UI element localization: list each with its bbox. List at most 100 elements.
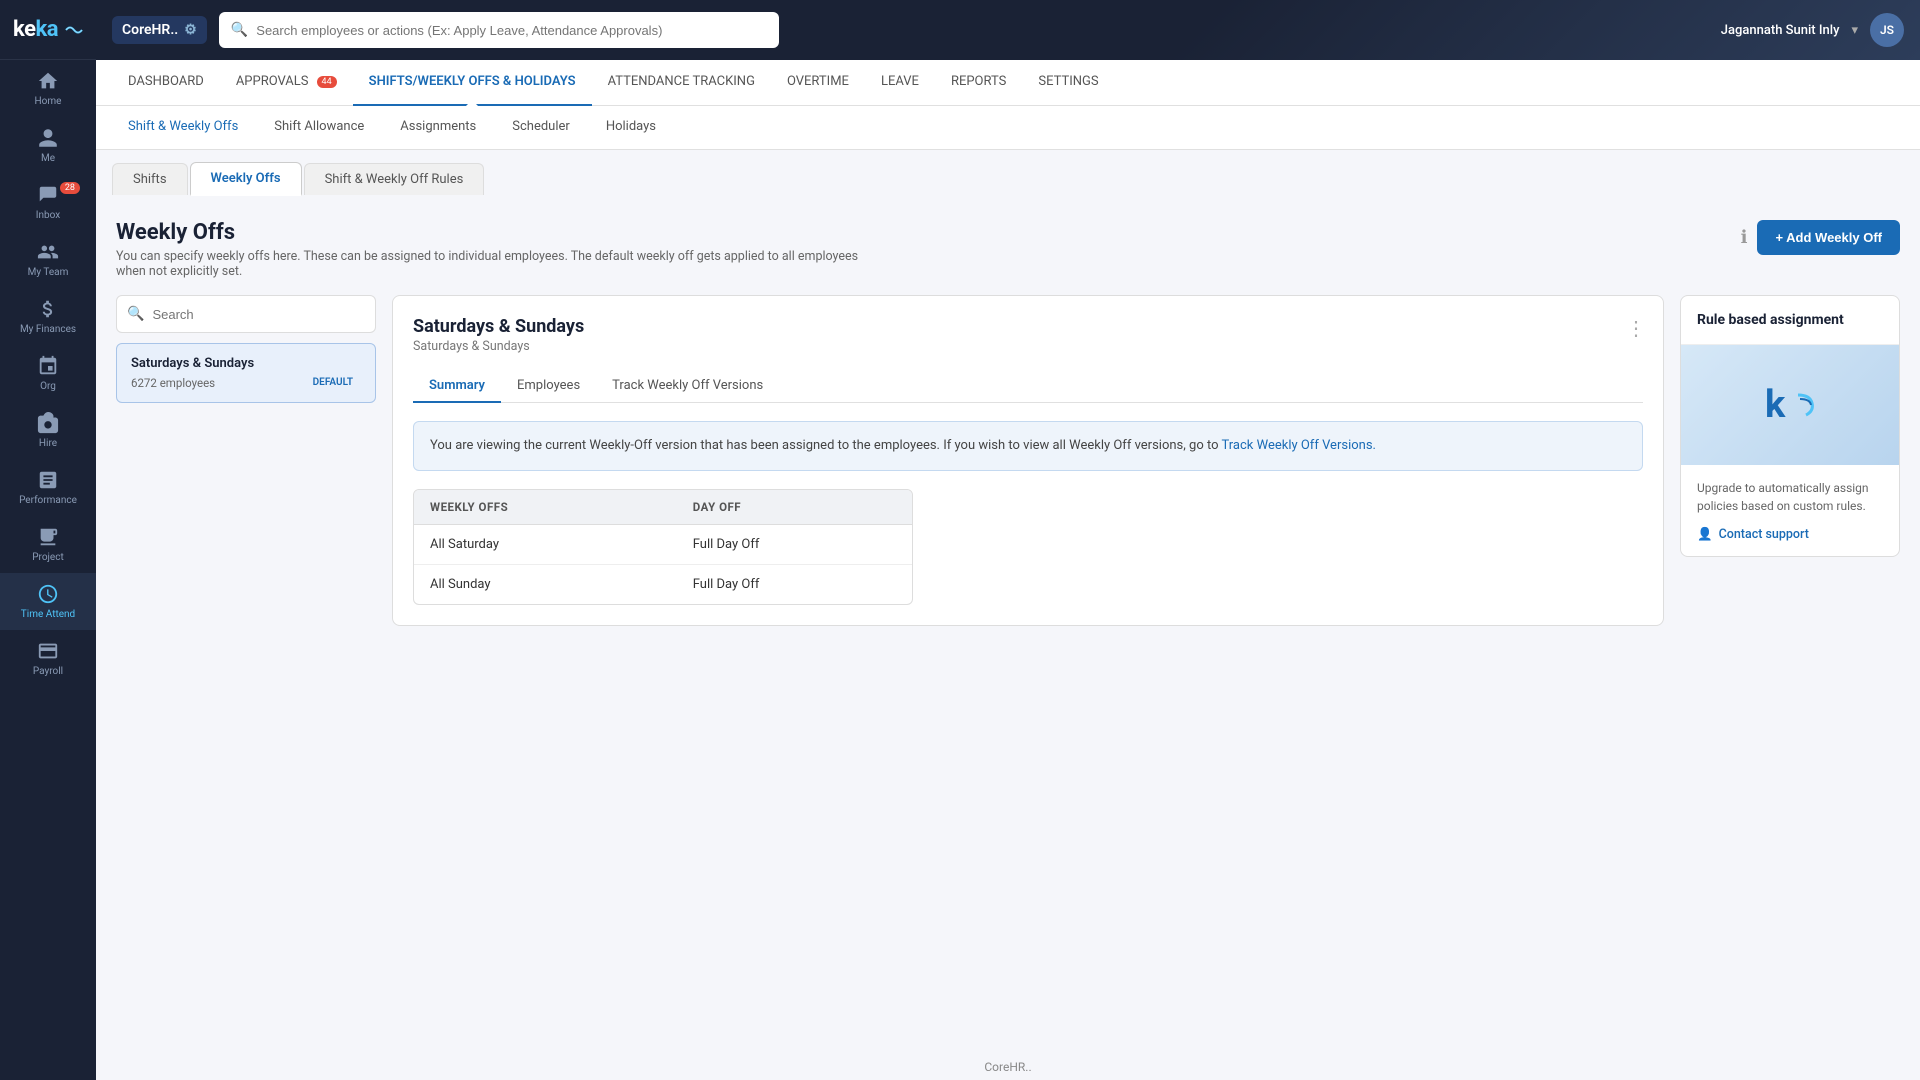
detail-menu-button[interactable]: ⋮ [1626,316,1647,340]
widget-description: Upgrade to automatically assign policies… [1697,479,1883,515]
sub-nav-scheduler[interactable]: Scheduler [496,106,586,150]
clock-icon [37,583,59,605]
sidebar-item-my-team[interactable]: My Team [0,231,96,288]
sidebar-item-project[interactable]: Project [0,516,96,573]
finances-icon [37,298,59,320]
sidebar-label-org: Org [40,381,56,392]
nav-tab-shifts[interactable]: SHIFTS/WEEKLY OFFS & HOLIDAYS [353,60,592,106]
hire-icon [37,412,59,434]
policy-search-input[interactable] [152,307,365,322]
weekly-off-cell: All Saturday [414,524,677,564]
sidebar-item-payroll[interactable]: Payroll [0,630,96,687]
table-row: All Sunday Full Day Off [414,564,912,604]
nav-tab-reports[interactable]: REPORTS [935,60,1022,106]
footer-text: CoreHR.. [984,1060,1031,1074]
keka-logo-widget: k [1760,375,1820,435]
sidebar-item-org[interactable]: Org [0,345,96,402]
contact-support-link[interactable]: 👤 Contact support [1697,527,1883,542]
sub-nav-assignments[interactable]: Assignments [384,106,492,150]
widget-card: Rule based assignment k Upgrade to autom… [1680,295,1900,557]
sidebar-item-home[interactable]: Home [0,60,96,117]
nav-tab-overtime[interactable]: OVERTIME [771,60,865,106]
approvals-badge: 44 [317,76,337,88]
sub-nav-holidays[interactable]: Holidays [590,106,672,150]
policy-item-sat-sun[interactable]: Saturdays & Sundays 6272 employees DEFAU… [116,343,376,403]
performance-icon [37,469,59,491]
detail-title: Saturdays & Sundays [413,316,1643,337]
sidebar-logo[interactable]: keka [0,0,96,60]
detail-card-inner: ⋮ Saturdays & Sundays Saturdays & Sunday… [392,295,1664,626]
person-icon [37,127,59,149]
page-header: Weekly Offs You can specify weekly offs … [116,220,1900,279]
inner-tab-weekly-offs[interactable]: Weekly Offs [190,162,302,196]
support-icon: 👤 [1697,527,1713,542]
page-subtitle: You can specify weekly offs here. These … [116,249,866,279]
user-avatar[interactable]: JS [1870,13,1904,47]
payroll-icon [37,640,59,662]
sidebar-item-time-attend[interactable]: Time Attend [0,573,96,630]
nav-tab-attendance[interactable]: ATTENDANCE TRACKING [592,60,771,106]
sub-nav-shift-weekly[interactable]: Shift & Weekly Offs [112,106,254,150]
detail-tab-summary[interactable]: Summary [413,370,501,403]
day-off-cell: Full Day Off [677,564,912,604]
sidebar-item-me[interactable]: Me [0,117,96,174]
dropdown-arrow[interactable]: ▾ [1851,23,1858,38]
svg-text:k: k [1765,383,1786,427]
sidebar-item-inbox[interactable]: 28 Inbox [0,174,96,231]
main-content: CoreHR.. ⚙ 🔍 Jagannath Sunit Inly ▾ JS D… [96,0,1920,1080]
inner-tab-shifts[interactable]: Shifts [112,163,188,195]
search-input[interactable] [256,23,767,38]
nav-tab-approvals[interactable]: APPROVALS 44 [220,60,353,106]
widget-body: Upgrade to automatically assign policies… [1681,465,1899,556]
nav-tab-settings[interactable]: SETTINGS [1022,60,1114,106]
widget-link-label: Contact support [1719,527,1809,542]
sub-nav-shift-allowance[interactable]: Shift Allowance [258,106,380,150]
side-widget: Rule based assignment k Upgrade to autom… [1680,295,1900,626]
user-name: Jagannath Sunit Inly [1721,23,1840,38]
nav-tab-leave[interactable]: LEAVE [865,60,935,106]
sidebar-label-my-finances: My Finances [20,324,76,335]
search-icon: 🔍 [231,22,248,38]
policy-search-box[interactable]: 🔍 [116,295,376,333]
track-versions-link[interactable]: Track Weekly Off Versions. [1221,438,1375,453]
detail-tab-employees[interactable]: Employees [501,370,596,403]
inner-tab-shift-rules[interactable]: Shift & Weekly Off Rules [304,163,485,195]
search-icon-left: 🔍 [127,306,144,322]
sidebar-label-inbox: Inbox [36,210,60,221]
content-area: Weekly Offs You can specify weekly offs … [96,196,1920,1054]
sidebar: keka Home Me 28 Inbox My Team My Finance… [0,0,96,1080]
sub-nav: Shift & Weekly Offs Shift Allowance Assi… [96,106,1920,150]
sidebar-item-my-finances[interactable]: My Finances [0,288,96,345]
policy-name: Saturdays & Sundays [131,356,361,371]
left-panel: 🔍 Saturdays & Sundays 6272 employees DEF… [116,295,376,626]
global-search[interactable]: 🔍 [219,12,779,48]
info-icon[interactable]: ℹ [1741,227,1748,248]
sidebar-label-hire: Hire [39,438,57,449]
two-col-layout: 🔍 Saturdays & Sundays 6272 employees DEF… [116,295,1900,626]
sidebar-label-me: Me [41,153,55,164]
nav-tab-dashboard[interactable]: DASHBOARD [112,60,220,106]
page-title: Weekly Offs [116,220,866,245]
app-name-button[interactable]: CoreHR.. ⚙ [112,16,207,44]
policy-default-badge: DEFAULT [305,375,361,390]
add-weekly-off-button[interactable]: + Add Weekly Off [1757,220,1900,255]
inbox-badge: 28 [60,182,80,194]
detail-and-widget: ⋮ Saturdays & Sundays Saturdays & Sunday… [392,295,1900,626]
sidebar-label-my-team: My Team [28,267,69,278]
sidebar-item-hire[interactable]: Hire [0,402,96,459]
right-content: ⋮ Saturdays & Sundays Saturdays & Sunday… [392,295,1900,626]
sidebar-label-project: Project [32,552,64,563]
gear-icon[interactable]: ⚙ [184,22,197,38]
table-row: All Saturday Full Day Off [414,524,912,564]
detail-tab-track-versions[interactable]: Track Weekly Off Versions [596,370,779,403]
table-col2-header: DAY OFF [677,490,912,525]
topbar-right: Jagannath Sunit Inly ▾ JS [1721,13,1904,47]
detail-subtitle: Saturdays & Sundays [413,339,1643,354]
app-name-text: CoreHR.. [122,22,178,38]
footer: CoreHR.. [96,1054,1920,1080]
sidebar-item-performance[interactable]: Performance [0,459,96,516]
detail-card: ⋮ Saturdays & Sundays Saturdays & Sunday… [392,295,1664,626]
widget-title: Rule based assignment [1681,296,1899,345]
sidebar-label-payroll: Payroll [33,666,63,677]
weekly-offs-table: WEEKLY OFFS DAY OFF All Saturday Full Da… [413,489,913,605]
